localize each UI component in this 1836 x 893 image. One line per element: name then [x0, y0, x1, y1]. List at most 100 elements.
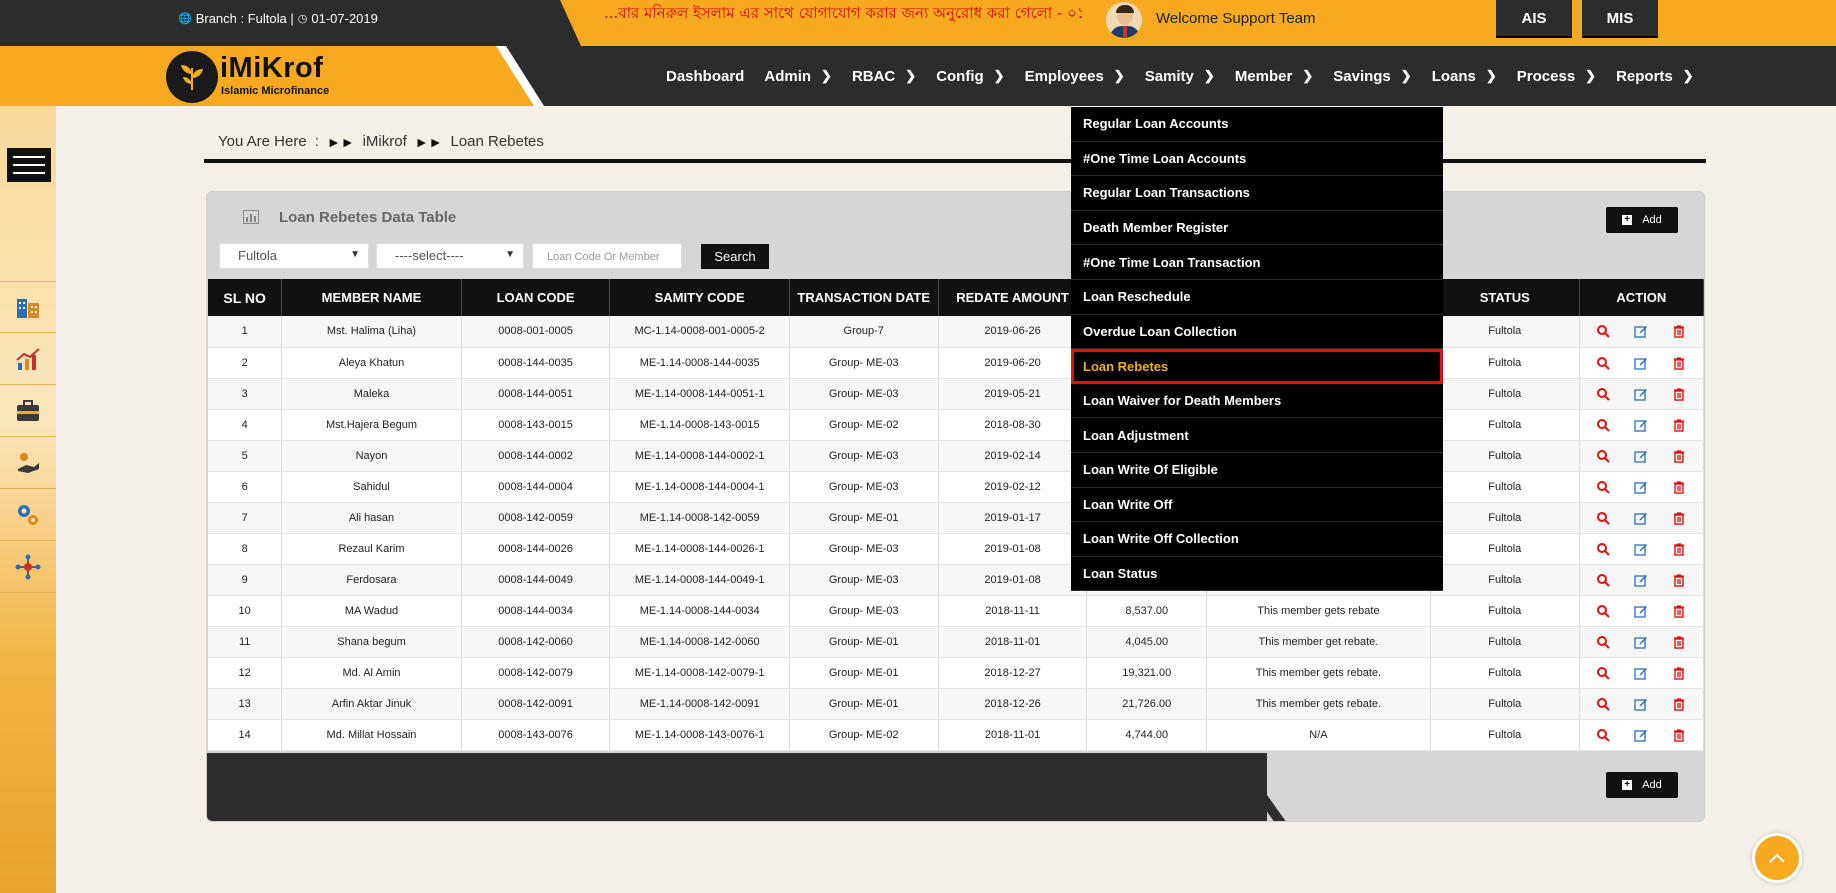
- loans-menu-item[interactable]: Loan Rebetes: [1071, 349, 1443, 384]
- view-search-icon[interactable]: [1584, 697, 1622, 711]
- delete-icon[interactable]: [1660, 666, 1698, 680]
- loans-menu-item[interactable]: Overdue Loan Collection: [1071, 315, 1443, 350]
- edit-icon[interactable]: [1622, 697, 1660, 711]
- column-header[interactable]: MEMBER NAME: [281, 279, 462, 316]
- scroll-to-top-button[interactable]: [1752, 833, 1802, 883]
- chart-icon[interactable]: [0, 333, 56, 385]
- loans-menu-item[interactable]: Loan Status: [1071, 557, 1443, 592]
- view-search-icon[interactable]: [1584, 387, 1622, 401]
- table-body: 1 Mst. Halima (Liha) 0008-001-0005 MC-1.14-…: [208, 316, 1704, 751]
- search-button[interactable]: Search: [701, 244, 769, 269]
- delete-icon[interactable]: [1660, 697, 1698, 711]
- edit-icon[interactable]: [1622, 449, 1660, 463]
- view-search-icon[interactable]: [1584, 480, 1622, 494]
- view-search-icon[interactable]: [1584, 666, 1622, 680]
- column-header[interactable]: SAMITY CODE: [609, 279, 790, 316]
- breadcrumb-home[interactable]: iMikrof: [363, 133, 407, 150]
- edit-icon[interactable]: [1622, 635, 1660, 649]
- nav-item-config[interactable]: Config ❯: [936, 68, 1004, 85]
- briefcase-icon[interactable]: [0, 385, 56, 437]
- nav-item-samity[interactable]: Samity ❯: [1145, 68, 1215, 85]
- hand-coin-icon[interactable]: [0, 437, 56, 489]
- edit-icon[interactable]: [1622, 387, 1660, 401]
- loans-menu-item[interactable]: Loan Adjustment: [1071, 418, 1443, 453]
- nav-item-admin[interactable]: Admin ❯: [764, 68, 832, 85]
- view-search-icon[interactable]: [1584, 449, 1622, 463]
- delete-icon[interactable]: [1660, 480, 1698, 494]
- column-header[interactable]: ACTION: [1579, 279, 1704, 316]
- delete-icon[interactable]: [1660, 387, 1698, 401]
- nav-item-rbac[interactable]: RBAC ❯: [852, 68, 916, 85]
- nav-item-loans[interactable]: Loans ❯: [1432, 68, 1497, 85]
- delete-icon[interactable]: [1660, 324, 1698, 338]
- search-input-placeholder: Loan Code Or Member: [547, 251, 660, 263]
- loans-menu-item[interactable]: Regular Loan Transactions: [1071, 176, 1443, 211]
- mis-button[interactable]: MIS: [1582, 0, 1658, 38]
- edit-icon[interactable]: [1622, 728, 1660, 742]
- globe-icon: 🌐: [178, 13, 192, 25]
- delete-icon[interactable]: [1660, 542, 1698, 556]
- search-input[interactable]: Loan Code Or Member: [532, 243, 682, 269]
- loans-menu-item[interactable]: Death Member Register: [1071, 211, 1443, 246]
- hamburger-menu-icon[interactable]: [7, 148, 51, 182]
- samity-select[interactable]: ----select---- ▼: [376, 243, 524, 269]
- view-search-icon[interactable]: [1584, 635, 1622, 649]
- loans-menu-item[interactable]: Loan Write Of Eligible: [1071, 453, 1443, 488]
- delete-icon[interactable]: [1660, 449, 1698, 463]
- edit-icon[interactable]: [1622, 356, 1660, 370]
- edit-icon[interactable]: [1622, 666, 1660, 680]
- column-header[interactable]: LOAN CODE: [461, 279, 611, 316]
- gears-icon[interactable]: [0, 489, 56, 541]
- user-avatar[interactable]: [1104, 0, 1144, 40]
- view-search-icon[interactable]: [1584, 604, 1622, 618]
- loans-menu-item[interactable]: Loan Write Off: [1071, 488, 1443, 523]
- nav-item-process[interactable]: Process ❯: [1517, 68, 1596, 85]
- edit-icon[interactable]: [1622, 418, 1660, 432]
- delete-icon[interactable]: [1660, 418, 1698, 432]
- view-search-icon[interactable]: [1584, 728, 1622, 742]
- loans-menu-item[interactable]: #One Time Loan Accounts: [1071, 142, 1443, 177]
- edit-icon[interactable]: [1622, 604, 1660, 618]
- nav-item-savings[interactable]: Savings ❯: [1333, 68, 1411, 85]
- edit-icon[interactable]: [1622, 324, 1660, 338]
- column-header[interactable]: REDATE AMOUNT: [938, 279, 1088, 316]
- delete-icon[interactable]: [1660, 604, 1698, 618]
- view-search-icon[interactable]: [1584, 542, 1622, 556]
- edit-icon[interactable]: [1622, 573, 1660, 587]
- loans-menu-item[interactable]: Loan Waiver for Death Members: [1071, 384, 1443, 419]
- add-button-bottom[interactable]: + Add: [1606, 772, 1678, 798]
- edit-icon[interactable]: [1622, 480, 1660, 494]
- column-header[interactable]: SL NO: [208, 279, 283, 316]
- delete-icon[interactable]: [1660, 635, 1698, 649]
- view-search-icon[interactable]: [1584, 324, 1622, 338]
- edit-icon[interactable]: [1622, 511, 1660, 525]
- delete-icon[interactable]: [1660, 356, 1698, 370]
- loans-menu-item[interactable]: #One Time Loan Transaction: [1071, 245, 1443, 280]
- column-header[interactable]: STATUS: [1430, 279, 1580, 316]
- ais-button[interactable]: AIS: [1496, 0, 1572, 38]
- branch-select[interactable]: Fultola ▼: [219, 243, 369, 269]
- nav-item-reports[interactable]: Reports ❯: [1616, 68, 1694, 85]
- loans-menu-item[interactable]: Loan Write Off Collection: [1071, 522, 1443, 557]
- table-cell: This member gets rebate.: [1206, 688, 1431, 720]
- table-cell: 0008-144-0002: [461, 440, 611, 472]
- logo-name[interactable]: iMiKrof: [220, 52, 323, 85]
- nav-item-member[interactable]: Member ❯: [1235, 68, 1313, 85]
- view-search-icon[interactable]: [1584, 511, 1622, 525]
- network-icon[interactable]: [0, 541, 56, 593]
- delete-icon[interactable]: [1660, 728, 1698, 742]
- view-search-icon[interactable]: [1584, 573, 1622, 587]
- loans-menu-item[interactable]: Regular Loan Accounts: [1071, 107, 1443, 142]
- add-button[interactable]: + Add: [1606, 207, 1678, 233]
- breadcrumb-current: Loan Rebetes: [450, 133, 544, 150]
- view-search-icon[interactable]: [1584, 356, 1622, 370]
- column-header[interactable]: TRANSACTION DATE: [789, 279, 939, 316]
- delete-icon[interactable]: [1660, 511, 1698, 525]
- view-search-icon[interactable]: [1584, 418, 1622, 432]
- delete-icon[interactable]: [1660, 573, 1698, 587]
- edit-icon[interactable]: [1622, 542, 1660, 556]
- loans-menu-item[interactable]: Loan Reschedule: [1071, 280, 1443, 315]
- nav-item-dashboard[interactable]: Dashboard: [666, 68, 744, 85]
- building-icon[interactable]: [0, 281, 56, 333]
- nav-item-employees[interactable]: Employees ❯: [1025, 68, 1125, 85]
